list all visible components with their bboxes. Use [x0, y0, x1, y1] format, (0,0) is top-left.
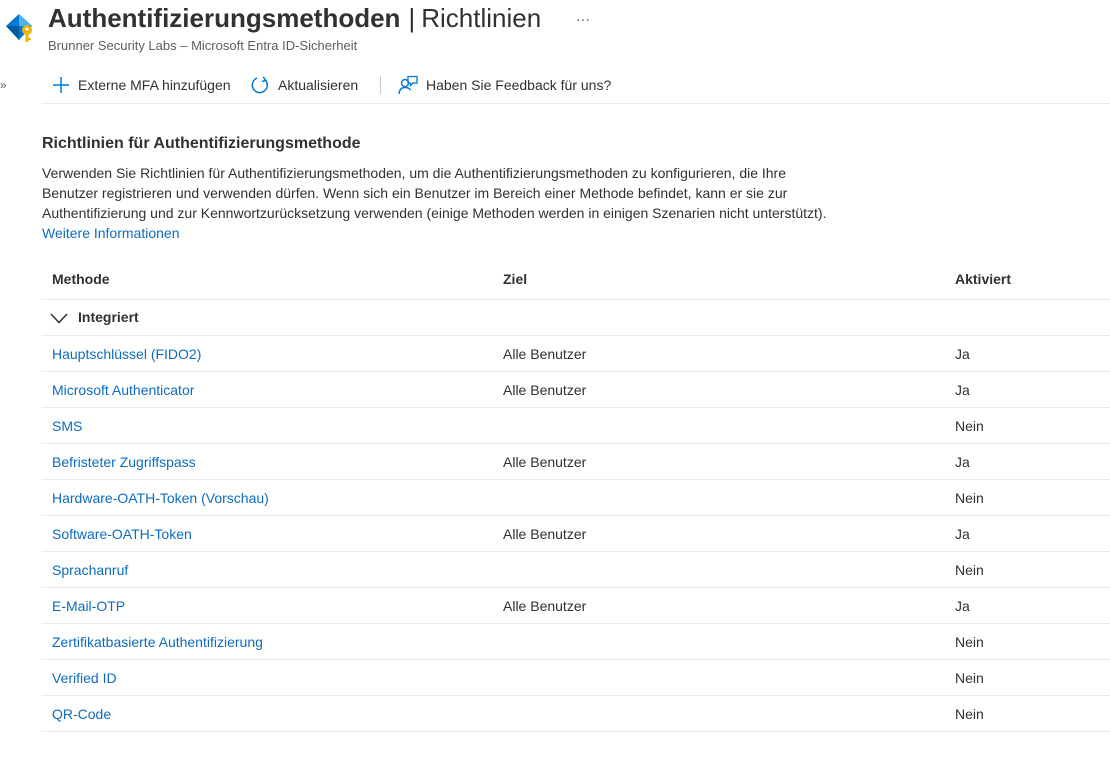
- method-link[interactable]: Verified ID: [52, 670, 117, 686]
- method-link[interactable]: Befristeter Zugriffspass: [52, 454, 196, 470]
- page-title-main: Authentifizierungsmethoden: [48, 3, 401, 33]
- page-title-suffix: Richtlinien: [421, 3, 542, 33]
- enabled-cell: Nein: [955, 634, 984, 650]
- method-link[interactable]: Zertifikatbasierte Authentifizierung: [52, 634, 263, 650]
- section-description: Verwenden Sie Richtlinien für Authentifi…: [42, 163, 842, 243]
- enabled-cell: Ja: [955, 598, 970, 614]
- toolbar-divider: [380, 76, 381, 94]
- enabled-cell: Nein: [955, 490, 984, 506]
- methods-table: Methode Ziel Aktiviert Integriert Haupts…: [42, 262, 1110, 732]
- command-bar: Externe MFA hinzufügen Aktualisieren Hab…: [42, 67, 1110, 104]
- feedback-label: Haben Sie Feedback für uns?: [426, 77, 612, 93]
- target-cell: Alle Benutzer: [503, 346, 587, 362]
- feedback-button[interactable]: Haben Sie Feedback für uns?: [398, 73, 611, 97]
- refresh-button[interactable]: Aktualisieren: [250, 73, 358, 97]
- table-row: Software-OATH-Token Alle Benutzer Ja: [42, 516, 1110, 552]
- method-link[interactable]: E-Mail-OTP: [52, 598, 125, 614]
- add-external-mfa-label: Externe MFA hinzufügen: [78, 77, 231, 93]
- column-header-target[interactable]: Ziel: [503, 271, 527, 287]
- group-row-builtin[interactable]: Integriert: [42, 300, 1110, 336]
- enabled-cell: Ja: [955, 346, 970, 362]
- learn-more-link[interactable]: Weitere Informationen: [42, 225, 179, 241]
- table-row: SMS Nein: [42, 408, 1110, 444]
- table-row: Sprachanruf Nein: [42, 552, 1110, 588]
- add-external-mfa-button[interactable]: Externe MFA hinzufügen: [52, 73, 231, 97]
- page-subtitle: Brunner Security Labs – Microsoft Entra …: [48, 38, 358, 53]
- method-link[interactable]: SMS: [52, 418, 82, 434]
- enabled-cell: Nein: [955, 562, 984, 578]
- column-header-enabled[interactable]: Aktiviert: [955, 271, 1011, 287]
- group-label: Integriert: [78, 309, 139, 325]
- enabled-cell: Ja: [955, 526, 970, 542]
- table-row: Befristeter Zugriffspass Alle Benutzer J…: [42, 444, 1110, 480]
- target-cell: Alle Benutzer: [503, 382, 587, 398]
- title-separator: |: [408, 3, 416, 33]
- method-link[interactable]: Software-OATH-Token: [52, 526, 192, 542]
- enabled-cell: Nein: [955, 418, 984, 434]
- enabled-cell: Nein: [955, 670, 984, 686]
- table-row: Zertifikatbasierte Authentifizierung Nei…: [42, 624, 1110, 660]
- authentication-methods-icon: [5, 10, 37, 44]
- feedback-icon: [398, 75, 418, 95]
- enabled-cell: Nein: [955, 706, 984, 722]
- table-row: Hardware-OATH-Token (Vorschau) Nein: [42, 480, 1110, 516]
- method-link[interactable]: Microsoft Authenticator: [52, 382, 194, 398]
- table-row: Microsoft Authenticator Alle Benutzer Ja: [42, 372, 1110, 408]
- more-options-icon[interactable]: …: [574, 9, 592, 27]
- method-link[interactable]: Sprachanruf: [52, 562, 128, 578]
- column-header-method[interactable]: Methode: [52, 271, 110, 287]
- table-row: QR-Code Nein: [42, 696, 1110, 732]
- add-icon: [52, 76, 70, 94]
- target-cell: Alle Benutzer: [503, 526, 587, 542]
- description-text: Verwenden Sie Richtlinien für Authentifi…: [42, 165, 827, 221]
- page-title: Authentifizierungsmethoden | Richtlinien: [48, 2, 541, 34]
- enabled-cell: Ja: [955, 454, 970, 470]
- chevron-down-icon: [50, 311, 68, 329]
- enabled-cell: Ja: [955, 382, 970, 398]
- section-title: Richtlinien für Authentifizierungsmethod…: [42, 135, 361, 152]
- target-cell: Alle Benutzer: [503, 454, 587, 470]
- target-cell: Alle Benutzer: [503, 598, 587, 614]
- refresh-label: Aktualisieren: [278, 77, 359, 93]
- page: Authentifizierungsmethoden | Richtlinien ……: [0, 0, 1110, 771]
- collapse-menu-icon[interactable]: »: [0, 78, 10, 92]
- page-header: Authentifizierungsmethoden | Richtlinien ……: [0, 0, 1110, 60]
- method-link[interactable]: QR-Code: [52, 706, 111, 722]
- method-link[interactable]: Hauptschlüssel (FIDO2): [52, 346, 201, 362]
- table-header: Methode Ziel Aktiviert: [42, 262, 1110, 300]
- method-link[interactable]: Hardware-OATH-Token (Vorschau): [52, 490, 269, 506]
- table-row: E-Mail-OTP Alle Benutzer Ja: [42, 588, 1110, 624]
- refresh-icon: [250, 75, 270, 95]
- table-row: Verified ID Nein: [42, 660, 1110, 696]
- table-row: Hauptschlüssel (FIDO2) Alle Benutzer Ja: [42, 336, 1110, 372]
